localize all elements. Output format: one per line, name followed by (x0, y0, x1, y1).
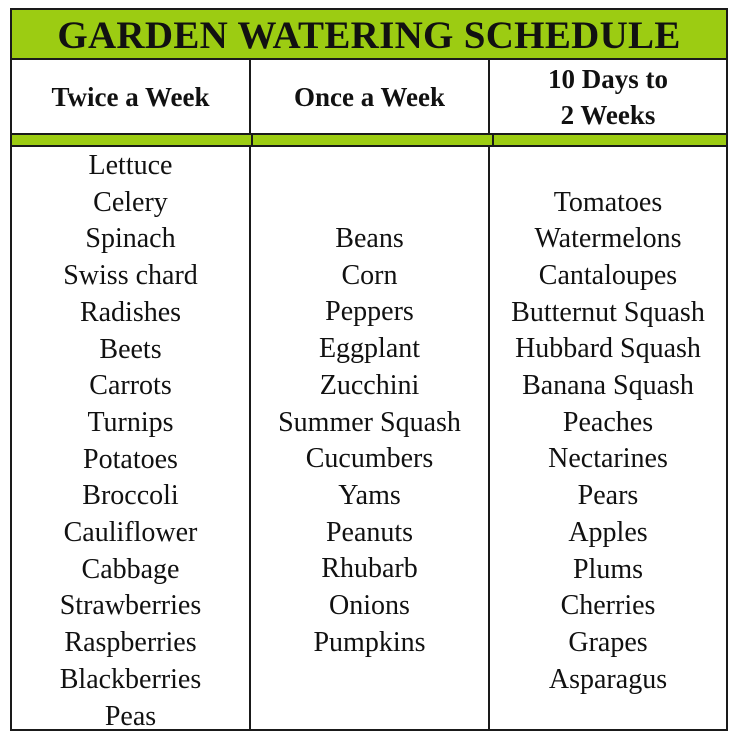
plant-item: Butternut Squash (511, 296, 705, 328)
column-divider (492, 135, 494, 147)
title-bar: GARDEN WATERING SCHEDULE (12, 10, 726, 60)
column-header-label: Twice a Week (51, 81, 210, 112)
plant-item: Cauliflower (63, 517, 198, 549)
plant-item: Apples (568, 516, 648, 548)
plant-item: Lettuce (88, 150, 173, 181)
plant-item: Grapes (568, 626, 648, 658)
column-header-once-a-week: Once a Week (251, 60, 490, 133)
watering-schedule-table: GARDEN WATERING SCHEDULE Twice a Week On… (10, 8, 728, 732)
plant-item: Cantaloupes (538, 259, 678, 291)
column-once-a-week: Beans Corn Peppers Eggplant Zucchini Summer S… (251, 147, 490, 729)
plant-item: Turnips (87, 406, 174, 438)
plant-item: Blackberries (59, 663, 202, 695)
column-divider (251, 135, 253, 147)
plant-item: Cabbage (81, 553, 180, 585)
column-header-10-days-to-2-weeks: 10 Days to 2 Weeks (490, 60, 726, 133)
plant-item: Peppers (325, 296, 414, 328)
plant-item: Raspberries (64, 627, 197, 659)
plant-item: Onions (329, 590, 410, 622)
plant-item: Celery (93, 186, 168, 218)
plant-item: Potatoes (83, 443, 178, 475)
plant-item: Nectarines (548, 443, 668, 475)
plant-item: Beets (99, 333, 162, 365)
plant-item: Plums (572, 553, 644, 585)
plant-item: Peas (104, 700, 157, 732)
plant-item: Spinach (85, 223, 176, 255)
plant-item: Summer Squash (278, 406, 461, 438)
column-header-twice-a-week: Twice a Week (12, 60, 251, 133)
header-row: Twice a Week Once a Week 10 Days to 2 We… (12, 60, 726, 135)
plant-item: Broccoli (82, 480, 179, 512)
plant-item: Pears (577, 480, 639, 512)
plant-item: Beans (335, 223, 404, 254)
plant-item: Tomatoes (553, 186, 663, 218)
column-header-line: 10 Days to (548, 63, 668, 94)
plant-item: Peanuts (325, 516, 414, 548)
plant-item: Radishes (79, 296, 182, 328)
column-twice-a-week: Lettuce Celery Spinach Swiss chard Radishes B… (12, 147, 251, 732)
plant-item: Corn (341, 259, 398, 291)
plant-item: Watermelons (534, 223, 682, 255)
plant-item: Asparagus (548, 663, 668, 695)
plant-item: Cucumbers (305, 443, 434, 475)
plant-item: Swiss chard (63, 260, 198, 292)
column-header-label: 10 Days to 2 Weeks (548, 61, 668, 133)
plant-item: Cherries (560, 590, 656, 622)
plant-item: Strawberries (59, 590, 202, 622)
plant-item: Carrots (89, 370, 172, 402)
column-header-label: Once a Week (294, 81, 445, 112)
plant-item: Rhubarb (321, 553, 418, 585)
plant-item: Peaches (562, 406, 654, 438)
plant-item: Pumpkins (313, 626, 426, 658)
page-title: GARDEN WATERING SCHEDULE (57, 13, 681, 57)
plant-item: Zucchini (319, 369, 420, 401)
column-header-line: 2 Weeks (560, 99, 656, 130)
green-divider-strip (12, 135, 726, 147)
body-row: Lettuce Celery Spinach Swiss chard Radishes B… (12, 147, 726, 732)
column-10-days-to-2-weeks: Tomatoes Watermelons Cantaloupes Butternut … (490, 147, 726, 729)
plant-item: Yams (338, 479, 401, 511)
plant-item: Banana Squash (522, 370, 694, 402)
plant-item: Hubbard Squash (515, 333, 701, 365)
plant-item: Eggplant (318, 333, 421, 365)
